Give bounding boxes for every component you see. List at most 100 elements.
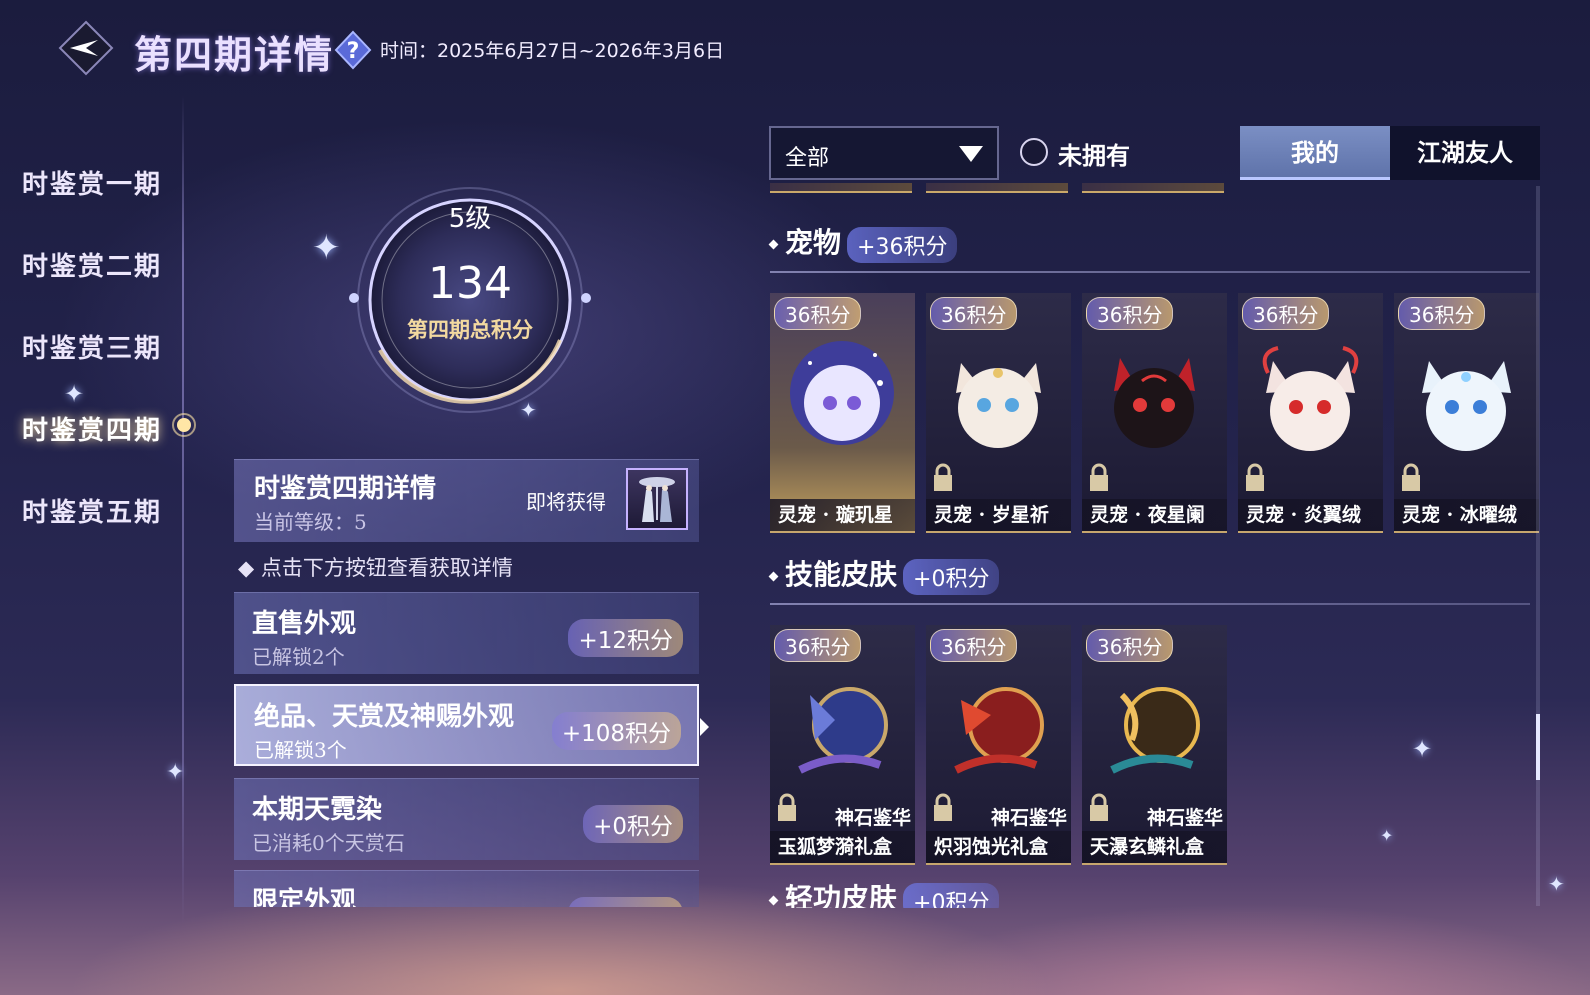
svg-text:?: ? [347,39,360,64]
sidebar-divider [182,95,184,925]
card-points-badge: 36积分 [930,297,1018,330]
card-subtitle: 神石鉴华 [990,807,1067,829]
section-header-skill-skins: 技能皮肤 +0积分 [768,553,1000,595]
pet-card[interactable]: 36积分 灵宠 · 冰曜绒 [1394,293,1539,533]
scrollbar[interactable] [1536,186,1540,906]
card-subtitle: 神石鉴华 [834,807,911,829]
sidebar-item-period-3[interactable]: 时鉴赏三期 [22,328,162,365]
category-direct-sale[interactable]: 直售外观 已解锁2个 +12积分 [234,592,699,674]
back-arrow-icon [58,20,114,76]
not-owned-label[interactable]: 未拥有 [1058,136,1130,171]
card-name: 灵宠 · 夜星阑 [1082,499,1227,531]
sparkle-icon: ✦ [1548,872,1565,896]
category-title: 绝品、天赏及神赐外观 [254,702,515,732]
detail-current-level: 当前等级：5 [254,510,367,534]
card-name: 灵宠 · 璇玑星 [770,499,915,531]
selected-arrow-icon [700,718,709,736]
tab-friends[interactable]: 江湖友人 [1390,126,1540,180]
upcoming-reward-thumbnail[interactable] [626,468,688,530]
pet-card[interactable]: 36积分 灵宠 · 璇玑星 [770,293,915,533]
partial-card[interactable] [1082,183,1224,193]
pet-dark-cat-art [1114,358,1195,448]
pet-white-cat-art [956,363,1041,448]
skill-gold-dragon-art [1110,687,1200,774]
bullet-icon [768,895,779,906]
card-points-badge: 36积分 [1398,297,1486,330]
sparkle-icon: ✦ [64,380,85,408]
sidebar-item-period-5[interactable]: 时鉴赏五期 [22,492,162,529]
category-dye[interactable]: 本期天霓染 已消耗0个天赏石 +0积分 [234,778,699,860]
collection-list[interactable]: 宠物 +36积分 36积分 灵宠 · 璇玑星 36积分 灵宠 · 岁星祈 36积分 [760,183,1550,908]
skill-blue-fox-art [798,687,888,774]
card-name: 炽羽蚀光礼盒 [926,831,1071,863]
not-owned-radio[interactable] [1020,138,1048,166]
card-name: 灵宠 · 岁星祈 [926,499,1071,531]
lock-icon [1090,463,1108,491]
upcoming-reward-label: 即将获得 [526,490,606,514]
pet-card[interactable]: 36积分 灵宠 · 夜星阑 [1082,293,1227,533]
section-header-pets: 宠物 +36积分 [768,221,958,263]
pet-card[interactable]: 36积分 灵宠 · 炎翼绒 [1238,293,1383,533]
card-name: 天瀑玄鳞礼盒 [1082,831,1227,863]
chevron-down-icon [959,146,983,162]
partial-card[interactable] [770,183,912,193]
period-detail-card[interactable]: 时鉴赏四期详情 当前等级：5 即将获得 [234,459,699,542]
sidebar-item-period-4[interactable]: 时鉴赏四期 [22,410,162,447]
lock-icon [778,793,796,821]
bullet-icon [768,239,779,250]
skill-skin-card[interactable]: 36积分 神石鉴华 玉狐梦漪礼盒 [770,625,915,865]
sparkle-icon: ✦ [312,228,341,268]
back-button[interactable] [58,20,114,76]
skill-skin-card[interactable]: 36积分 神石鉴华 炽羽蚀光礼盒 [926,625,1071,865]
card-name: 灵宠 · 冰曜绒 [1394,499,1539,531]
category-title: 直售外观 [252,609,357,639]
detail-title: 时鉴赏四期详情 [254,474,437,504]
help-icon[interactable]: ? [334,30,372,70]
skill-red-phoenix-art [954,687,1044,774]
filter-selected-value: 全部 [785,146,830,171]
category-list-clip: 限定外观 +14积分 [230,860,705,907]
page-title: 第四期详情 [134,32,335,77]
category-title: 本期天霓染 [252,795,383,825]
card-points-badge: 36积分 [774,297,862,330]
section-points: +0积分 [903,882,1000,908]
category-subtitle: 已解锁2个 [252,645,345,669]
pet-starry-art [790,341,894,445]
lock-icon [1246,463,1264,491]
active-indicator-icon [171,412,197,438]
section-points: +0积分 [903,558,1000,595]
partial-card[interactable] [926,183,1068,193]
total-score-label: 第四期总积分 [407,317,533,342]
category-subtitle: 已解锁3个 [254,738,347,762]
category-points: +108积分 [551,712,681,750]
sidebar-item-period-1[interactable]: 时鉴赏一期 [22,164,162,201]
category-points: +0积分 [583,805,683,843]
filter-dropdown[interactable]: 全部 [769,126,999,180]
category-points: +12积分 [568,619,683,657]
card-name: 灵宠 · 炎翼绒 [1238,499,1383,531]
section-header-qinggong-skins: 轻功皮肤 +0积分 [768,877,1000,908]
lock-icon [934,793,952,821]
hint-label: 点击下方按钮查看获取详情 [260,556,513,580]
total-score: 134 [428,258,512,309]
card-name: 玉狐梦漪礼盒 [770,831,915,863]
section-points: +36积分 [847,226,958,263]
bullet-icon [768,571,779,582]
skill-skin-card[interactable]: 36积分 神石鉴华 天瀑玄鳞礼盒 [1082,625,1227,865]
category-limited[interactable]: 限定外观 +14积分 [234,870,699,907]
category-points: +14积分 [568,897,683,907]
category-premium-appearance[interactable]: 绝品、天赏及神赐外观 已解锁3个 +108积分 [234,684,709,766]
scrollbar-thumb[interactable] [1536,714,1540,780]
current-level: 5级 [448,204,492,234]
pet-fire-fox-art [1262,346,1359,451]
sidebar-item-period-2[interactable]: 时鉴赏二期 [22,246,162,283]
pet-card[interactable]: 36积分 灵宠 · 岁星祈 [926,293,1071,533]
card-points-badge: 36积分 [1242,297,1330,330]
card-points-badge: 36积分 [774,629,862,662]
lock-icon [1402,463,1420,491]
card-points-badge: 36积分 [1086,629,1174,662]
lock-icon [934,463,952,491]
tab-mine[interactable]: 我的 [1240,126,1390,180]
section-title: 技能皮肤 [785,558,898,591]
section-divider [770,271,1530,273]
